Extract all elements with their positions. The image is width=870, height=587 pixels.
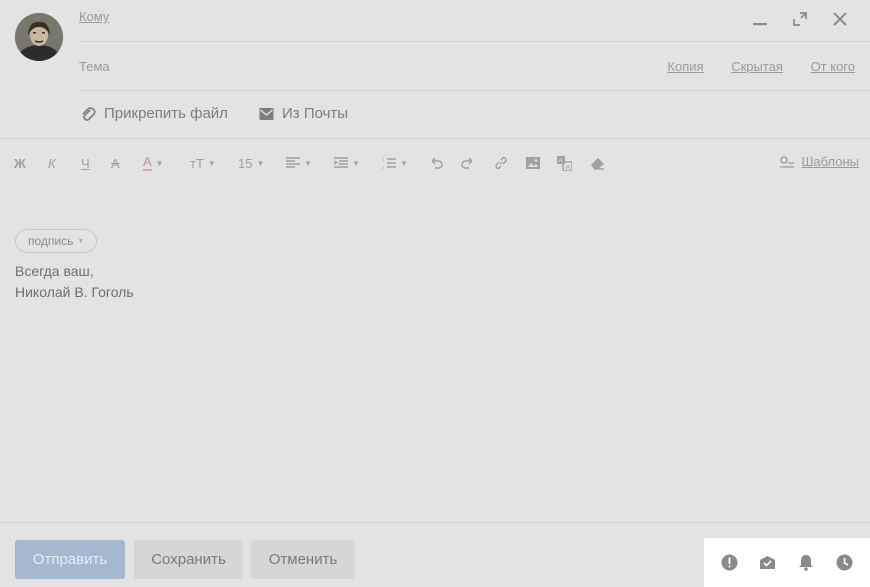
font-size-value: 15 [238, 155, 253, 171]
body-line: Всегда ваш, [15, 263, 94, 279]
translate-button[interactable]: AЯ [557, 152, 572, 174]
window-controls [749, 8, 850, 29]
strike-button[interactable]: А [111, 152, 120, 174]
link-icon [495, 156, 507, 170]
bcc-link[interactable]: Скрытая [731, 59, 783, 74]
svg-text:2: 2 [382, 165, 385, 169]
italic-button[interactable]: К [48, 152, 56, 174]
bold-button[interactable]: Ж [14, 152, 26, 174]
font-size-select[interactable]: 15 ▼ [238, 152, 264, 174]
text-color-button[interactable]: А ▼ [143, 152, 164, 174]
cancel-button[interactable]: Отменить [251, 540, 355, 579]
numbered-list-icon: 12 [382, 157, 396, 169]
from-mail-button[interactable]: Из Почты [259, 105, 348, 122]
chevron-down-icon: ▼ [207, 158, 216, 168]
chevron-down-icon: ▼ [256, 158, 265, 168]
templates-label: Шаблоны [801, 154, 860, 169]
subject-input[interactable]: Тема [79, 59, 110, 74]
chevron-down-icon: ▼ [304, 158, 312, 168]
undo-button[interactable] [429, 152, 443, 174]
chevron-down-icon: ▼ [155, 158, 164, 168]
read-receipt-icon[interactable] [759, 554, 777, 572]
indent-button[interactable]: ▼ [334, 152, 360, 174]
list-button[interactable]: 1 2 ▼ [382, 152, 408, 174]
to-row: Кому [79, 0, 870, 42]
redo-icon [461, 157, 473, 169]
font-family-button[interactable]: ᴛT ▼ [190, 152, 216, 174]
attach-file-button[interactable]: Прикрепить файл [80, 105, 228, 122]
from-link[interactable]: От кого [811, 59, 855, 74]
attach-file-label: Прикрепить файл [104, 105, 228, 122]
minimize-icon[interactable] [749, 8, 770, 29]
image-icon [526, 157, 540, 169]
chevron-down-icon: ▼ [77, 237, 85, 245]
indent-icon [334, 157, 348, 168]
link-button[interactable] [494, 152, 508, 174]
message-options-panel [704, 538, 870, 587]
paperclip-icon [82, 106, 96, 121]
important-icon[interactable] [720, 554, 738, 572]
redo-button[interactable] [461, 152, 475, 174]
chevron-down-icon: ▼ [352, 158, 360, 168]
subject-row: Тема Копия Скрытая От кого [79, 42, 870, 91]
templates-button[interactable]: Шаблоны [779, 154, 860, 169]
svg-text:A: A [559, 158, 563, 164]
save-button[interactable]: Сохранить [134, 540, 243, 579]
cc-link[interactable]: Копия [667, 59, 703, 74]
attach-row: Прикрепить файл Из Почты [0, 91, 870, 139]
signature-chip[interactable]: подпись ▼ [15, 229, 98, 253]
body-line: Николай В. Гоголь [15, 284, 134, 300]
svg-text:1: 1 [382, 157, 385, 162]
template-icon [779, 155, 794, 168]
font-size-glyph-icon: ᴛT [190, 155, 204, 171]
signature-label: подпись [28, 234, 74, 248]
svg-text:Я: Я [566, 165, 570, 171]
chevron-down-icon: ▼ [400, 158, 408, 168]
expand-icon[interactable] [789, 8, 810, 29]
close-icon[interactable] [829, 8, 850, 29]
header-links: Копия Скрытая От кого [643, 59, 855, 74]
envelope-icon [259, 107, 274, 120]
reminder-bell-icon[interactable] [797, 554, 815, 572]
from-mail-label: Из Почты [282, 105, 349, 122]
message-body[interactable]: Всегда ваш, Николай В. Гоголь [15, 261, 134, 303]
format-toolbar: Ж К Ч А А ▼ ᴛT ▼ 15 ▼ ▼ ▼ 1 2 ▼ AЯ Шаблоны [0, 139, 870, 187]
send-button[interactable]: Отправить [15, 540, 125, 579]
translate-icon: AЯ [557, 155, 572, 171]
clear-format-button[interactable] [590, 152, 605, 174]
underline-button[interactable]: Ч [81, 152, 90, 174]
schedule-clock-icon[interactable] [836, 554, 854, 572]
align-left-icon [286, 157, 300, 168]
eraser-icon [591, 157, 604, 170]
image-button[interactable] [526, 152, 540, 174]
align-button[interactable]: ▼ [286, 152, 312, 174]
text-color-label: А [143, 154, 152, 171]
undo-icon [431, 157, 443, 169]
sender-avatar [15, 13, 63, 61]
to-link[interactable]: Кому [79, 9, 109, 24]
